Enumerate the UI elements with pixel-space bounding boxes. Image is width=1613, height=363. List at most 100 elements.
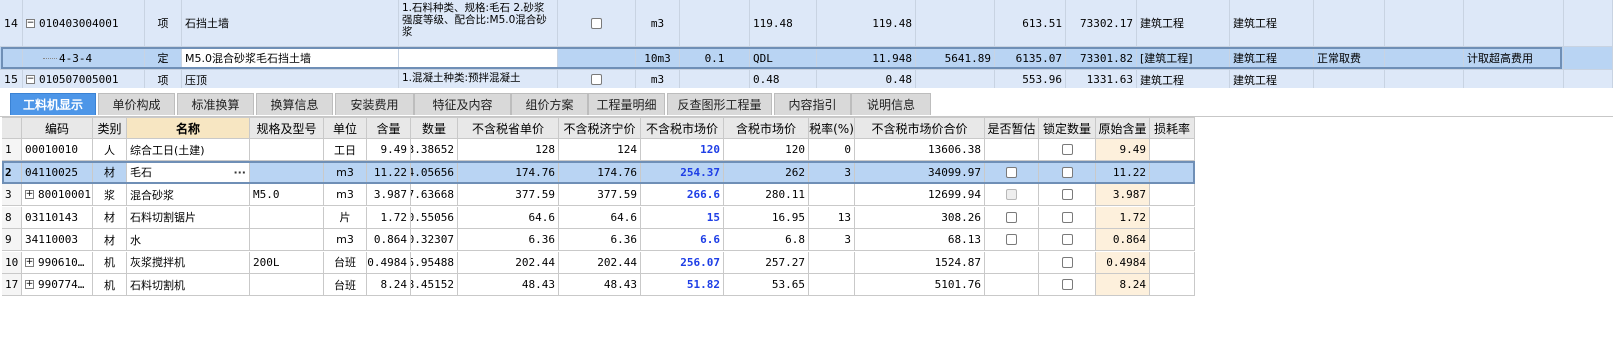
cell-code[interactable]: 00010010	[22, 139, 93, 161]
cell-name[interactable]: 综合工日(土建)	[127, 139, 250, 161]
cell-rate[interactable]	[809, 251, 855, 274]
cell-idx[interactable]: 3	[2, 184, 22, 206]
lock-quantity-checkbox[interactable]	[1061, 211, 1073, 223]
column-header-qty[interactable]: 数量	[411, 117, 458, 139]
cell-unit[interactable]: 片	[324, 206, 367, 229]
provisional-checkbox[interactable]	[1006, 211, 1017, 223]
bill-cell-type[interactable]: 项	[145, 70, 182, 88]
table-row[interactable]: 3 +80010001 浆 混合砂浆 M5.0 m3 3.987 47.63668 377.59…	[2, 184, 1195, 206]
bill-cell-price[interactable]	[916, 0, 995, 47]
table-row[interactable]: 803110143材石料切割锯片片1.7220.5505664.664.6151…	[2, 206, 1195, 229]
cell-unit[interactable]: m3	[324, 229, 367, 251]
cell-loss[interactable]	[1150, 161, 1195, 184]
bill-cell-fee-type[interactable]: [建筑工程]	[1137, 47, 1230, 70]
cell-orig[interactable]: 11.22	[1096, 161, 1150, 184]
cell-unit[interactable]: m3	[324, 184, 367, 206]
expand-icon[interactable]: +	[25, 257, 34, 267]
tab-10[interactable]: 内容指引	[774, 93, 851, 115]
bill-cell-qty[interactable]: QDL	[750, 47, 817, 70]
cell-mkt-price[interactable]: 120	[641, 139, 724, 161]
cell-est[interactable]	[985, 161, 1039, 184]
bill-cell-check[interactable]	[558, 0, 636, 47]
tab-8[interactable]: 工程量明细	[588, 93, 665, 115]
bill-row[interactable]: 4-3-4 定 M5.0混合砂浆毛石挡土墙 10m3 0.1 QDL 11.948 5641.…	[0, 47, 1613, 70]
collapse-icon[interactable]: −	[26, 75, 35, 84]
tab-1[interactable]: 工料机显示	[10, 93, 96, 115]
cell-lock[interactable]	[1039, 251, 1096, 274]
cell-code[interactable]: +990774…	[22, 274, 93, 296]
bill-cell-major[interactable]: 建筑工程	[1230, 70, 1314, 88]
cell-name[interactable]: 石料切割机	[127, 274, 250, 296]
bill-cell-unit-price[interactable]: 6135.07	[995, 47, 1066, 70]
cell-name[interactable]: 石料切割锯片	[127, 206, 250, 229]
tab-6[interactable]: 特征及内容	[414, 93, 511, 115]
cell-qty[interactable]: 98.45152	[411, 274, 458, 296]
cell-total[interactable]: 12699.94	[855, 184, 985, 206]
bill-cell-pad[interactable]	[1564, 47, 1613, 70]
bill-cell-code[interactable]: −010403004001	[23, 0, 145, 47]
tab-5[interactable]: 安装费用	[335, 93, 414, 115]
bill-cell-unit[interactable]: m3	[636, 70, 680, 88]
cell-name[interactable]: 混合砂浆	[127, 184, 250, 206]
cell-jn-price[interactable]: 174.76	[559, 161, 641, 184]
cell-qty[interactable]: 113.38652	[411, 139, 458, 161]
bill-cell-feature[interactable]	[399, 47, 558, 70]
cell-total[interactable]: 13606.38	[855, 139, 985, 161]
cell-mkt-tax[interactable]: 120	[724, 139, 809, 161]
bill-checkbox[interactable]	[591, 17, 602, 29]
bill-cell-name[interactable]: M5.0混合砂浆毛石挡土墙	[182, 47, 399, 70]
provisional-checkbox[interactable]	[1006, 189, 1017, 200]
cell-prov-price[interactable]: 6.36	[458, 229, 559, 251]
table-row[interactable]: 10 +990610… 机灰浆搅拌机 200L 台班 0.4984 5.95488 202.4…	[2, 251, 1195, 274]
cell-cat[interactable]: 材	[93, 206, 127, 229]
cell-lock[interactable]	[1039, 139, 1096, 161]
bill-cell-qty2[interactable]: 11.948	[817, 47, 916, 70]
bill-cell-index[interactable]: 14	[0, 0, 23, 47]
cell-idx[interactable]: 1	[2, 139, 22, 161]
column-header-prov-price[interactable]: 不含税省单价	[458, 117, 559, 139]
expand-icon[interactable]: +	[25, 190, 34, 199]
cell-spec[interactable]	[250, 274, 324, 296]
cell-spec[interactable]: 200L	[250, 251, 324, 274]
bill-cell-pad[interactable]	[1564, 70, 1613, 88]
cell-orig[interactable]: 0.4984	[1096, 251, 1150, 274]
cell-jn-price[interactable]: 377.59	[559, 184, 641, 206]
cell-mkt-price[interactable]: 51.82	[641, 274, 724, 296]
tab-3[interactable]: 标准换算	[177, 93, 254, 115]
cell-spec[interactable]	[250, 229, 324, 251]
cell-jn-price[interactable]: 124	[559, 139, 641, 161]
provisional-checkbox[interactable]	[1006, 234, 1017, 245]
cell-idx[interactable]: 8	[2, 206, 22, 229]
cell-total[interactable]: 5101.76	[855, 274, 985, 296]
bill-cell-type[interactable]: 定	[145, 47, 182, 70]
cell-mkt-price[interactable]: 256.07	[641, 251, 724, 274]
bill-cell-col-a[interactable]	[1314, 70, 1385, 88]
cell-loss[interactable]	[1150, 274, 1195, 296]
cell-prov-price[interactable]: 174.76	[458, 161, 559, 184]
cell-rate[interactable]: 3	[809, 229, 855, 251]
column-header-orig[interactable]: 原始含量	[1096, 117, 1150, 139]
cell-loss[interactable]	[1150, 251, 1195, 274]
cell-mkt-price[interactable]: 15	[641, 206, 724, 229]
bill-cell-price[interactable]: 5641.89	[916, 47, 995, 70]
cell-mkt-tax[interactable]: 53.65	[724, 274, 809, 296]
cell-cat[interactable]: 人	[93, 139, 127, 161]
column-header-idx[interactable]	[2, 117, 22, 139]
lock-quantity-checkbox[interactable]	[1061, 256, 1073, 268]
column-header-content[interactable]: 含量	[367, 117, 411, 139]
bill-cell-qty2[interactable]: 119.48	[817, 0, 916, 47]
cell-prov-price[interactable]: 377.59	[458, 184, 559, 206]
cell-idx[interactable]: 9	[2, 229, 22, 251]
bill-cell-total[interactable]: 1331.63	[1066, 70, 1137, 88]
cell-spec[interactable]	[250, 161, 324, 184]
cell-orig[interactable]: 9.49	[1096, 139, 1150, 161]
cell-content[interactable]: 11.22	[367, 161, 411, 184]
cell-cat[interactable]: 材	[93, 229, 127, 251]
cell-code[interactable]: 03110143	[22, 206, 93, 229]
cell-qty[interactable]: 20.55056	[411, 206, 458, 229]
bill-cell-total[interactable]: 73302.17	[1066, 0, 1137, 47]
cell-mkt-price[interactable]: 266.6	[641, 184, 724, 206]
bill-cell-check[interactable]	[558, 47, 636, 70]
bill-cell-col-b[interactable]	[1385, 0, 1464, 47]
cell-loss[interactable]	[1150, 139, 1195, 161]
